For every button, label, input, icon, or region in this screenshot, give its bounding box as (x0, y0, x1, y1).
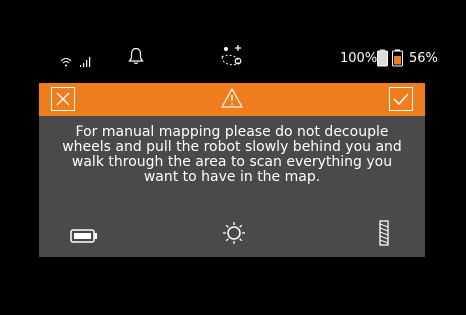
robot-battery-percent: 56% (409, 51, 438, 66)
robot-battery-icon (377, 49, 405, 71)
signal-icon (80, 52, 94, 71)
phone-battery-percent: 100% (340, 51, 378, 66)
robot-icon[interactable] (219, 44, 245, 72)
close-icon (56, 92, 70, 106)
check-icon (393, 93, 409, 106)
dialog-header (39, 83, 425, 116)
confirm-button[interactable] (389, 87, 413, 111)
wifi-icon (60, 52, 72, 71)
battery-icon (70, 228, 98, 247)
dialog-message: For manual mapping please do not decoupl… (62, 124, 402, 185)
manual-mapping-dialog: For manual mapping please do not decoupl… (39, 83, 425, 257)
brush-icon (379, 220, 389, 250)
close-button[interactable] (51, 87, 75, 111)
light-icon (222, 221, 246, 249)
bell-icon[interactable] (128, 47, 144, 69)
warning-icon (221, 88, 243, 112)
